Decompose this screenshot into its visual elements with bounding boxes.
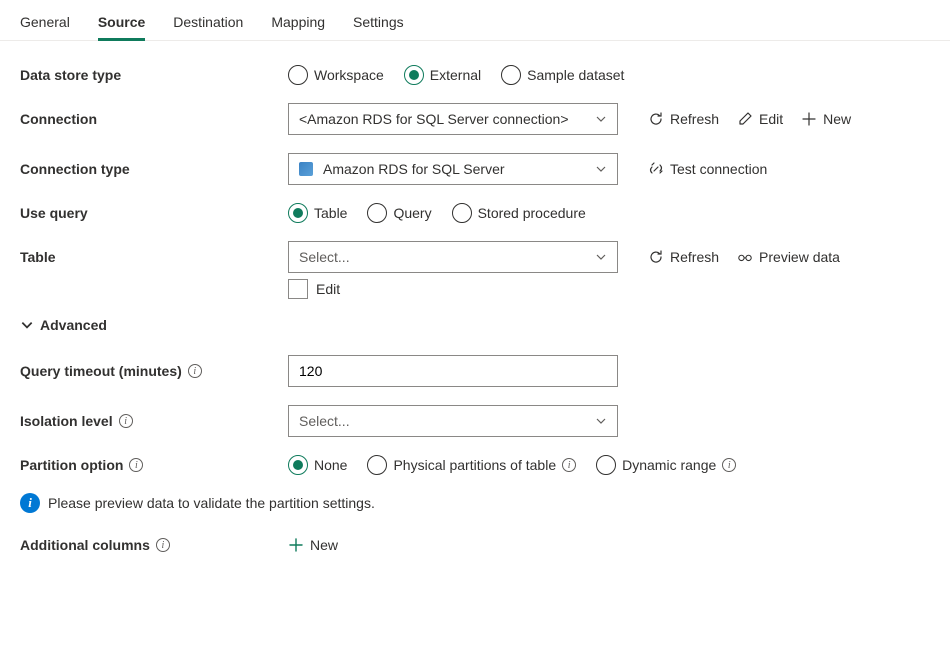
connection-refresh[interactable]: Refresh	[648, 111, 719, 127]
additional-columns-new[interactable]: New	[288, 537, 338, 553]
radio-label: None	[314, 457, 347, 473]
connection-edit[interactable]: Edit	[737, 111, 783, 127]
query-timeout-input[interactable]	[288, 355, 618, 387]
connection-select[interactable]: <Amazon RDS for SQL Server connection>	[288, 103, 618, 135]
radio-label: Sample dataset	[527, 67, 624, 83]
table-select[interactable]: Select...	[288, 241, 618, 273]
info-message: Please preview data to validate the part…	[48, 495, 375, 511]
connection-type-select[interactable]: Amazon RDS for SQL Server	[288, 153, 618, 185]
radio-query[interactable]: Query	[367, 203, 431, 223]
advanced-label: Advanced	[40, 317, 107, 333]
connection-value: <Amazon RDS for SQL Server connection>	[299, 111, 569, 127]
action-label: Test connection	[670, 161, 767, 177]
label-isolation-level: Isolation level i	[20, 413, 288, 429]
table-placeholder: Select...	[299, 249, 350, 265]
radio-table[interactable]: Table	[288, 203, 347, 223]
action-label: New	[823, 111, 851, 127]
radio-icon	[288, 65, 308, 85]
table-refresh[interactable]: Refresh	[648, 249, 719, 265]
radio-label: Stored procedure	[478, 205, 586, 221]
radio-physical-partitions[interactable]: Physical partitions of table i	[367, 455, 576, 475]
radio-stored-procedure[interactable]: Stored procedure	[452, 203, 586, 223]
action-label: New	[310, 537, 338, 553]
refresh-icon	[648, 249, 664, 265]
tab-general[interactable]: General	[20, 6, 70, 40]
tab-mapping[interactable]: Mapping	[271, 6, 325, 40]
info-icon[interactable]: i	[119, 414, 133, 428]
use-query-radios: Table Query Stored procedure	[288, 203, 586, 223]
connection-new[interactable]: New	[801, 111, 851, 127]
database-icon	[299, 162, 313, 176]
checkbox-icon	[288, 279, 308, 299]
data-store-type-radios: Workspace External Sample dataset	[288, 65, 624, 85]
radio-workspace[interactable]: Workspace	[288, 65, 384, 85]
advanced-toggle[interactable]: Advanced	[20, 317, 930, 333]
chevron-down-icon	[595, 415, 607, 427]
info-icon[interactable]: i	[188, 364, 202, 378]
plus-icon	[801, 111, 817, 127]
pencil-icon	[737, 111, 753, 127]
label-partition-option: Partition option i	[20, 457, 288, 473]
label-table: Table	[20, 249, 288, 265]
checkbox-label: Edit	[316, 281, 340, 297]
radio-icon	[288, 455, 308, 475]
glasses-icon	[737, 249, 753, 265]
info-circle-icon: i	[20, 493, 40, 513]
action-label: Edit	[759, 111, 783, 127]
label-data-store-type: Data store type	[20, 67, 288, 83]
radio-icon	[367, 203, 387, 223]
tab-settings[interactable]: Settings	[353, 6, 404, 40]
action-label: Refresh	[670, 249, 719, 265]
tab-destination[interactable]: Destination	[173, 6, 243, 40]
radio-label: External	[430, 67, 481, 83]
info-icon[interactable]: i	[722, 458, 736, 472]
label-additional-columns: Additional columns i	[20, 537, 288, 553]
radio-label: Dynamic range	[622, 457, 716, 473]
radio-label: Workspace	[314, 67, 384, 83]
tab-bar: General Source Destination Mapping Setti…	[0, 0, 950, 41]
radio-label: Query	[393, 205, 431, 221]
plug-icon	[648, 161, 664, 177]
radio-icon	[596, 455, 616, 475]
plus-icon	[288, 537, 304, 553]
radio-label: Table	[314, 205, 347, 221]
label-connection: Connection	[20, 111, 288, 127]
test-connection-button[interactable]: Test connection	[648, 161, 767, 177]
radio-icon	[404, 65, 424, 85]
info-banner: i Please preview data to validate the pa…	[20, 493, 930, 513]
info-icon[interactable]: i	[129, 458, 143, 472]
label-query-timeout: Query timeout (minutes) i	[20, 363, 288, 379]
label-use-query: Use query	[20, 205, 288, 221]
chevron-down-icon	[595, 163, 607, 175]
info-icon[interactable]: i	[156, 538, 170, 552]
chevron-down-icon	[595, 251, 607, 263]
label-connection-type: Connection type	[20, 161, 288, 177]
action-label: Refresh	[670, 111, 719, 127]
preview-data-button[interactable]: Preview data	[737, 249, 840, 265]
radio-dynamic-range[interactable]: Dynamic range i	[596, 455, 736, 475]
tab-source[interactable]: Source	[98, 6, 145, 40]
table-edit-checkbox[interactable]: Edit	[288, 279, 340, 299]
isolation-level-select[interactable]: Select...	[288, 405, 618, 437]
radio-icon	[452, 203, 472, 223]
radio-sample-dataset[interactable]: Sample dataset	[501, 65, 624, 85]
radio-external[interactable]: External	[404, 65, 481, 85]
radio-icon	[367, 455, 387, 475]
chevron-down-icon	[20, 318, 34, 332]
action-label: Preview data	[759, 249, 840, 265]
refresh-icon	[648, 111, 664, 127]
partition-option-radios: None Physical partitions of table i Dyna…	[288, 455, 736, 475]
radio-label: Physical partitions of table	[393, 457, 556, 473]
connection-type-value: Amazon RDS for SQL Server	[323, 161, 505, 177]
radio-none[interactable]: None	[288, 455, 347, 475]
query-timeout-field[interactable]	[299, 363, 607, 379]
radio-icon	[288, 203, 308, 223]
chevron-down-icon	[595, 113, 607, 125]
isolation-placeholder: Select...	[299, 413, 350, 429]
form-body: Data store type Workspace External Sampl…	[0, 41, 950, 595]
radio-icon	[501, 65, 521, 85]
info-icon[interactable]: i	[562, 458, 576, 472]
